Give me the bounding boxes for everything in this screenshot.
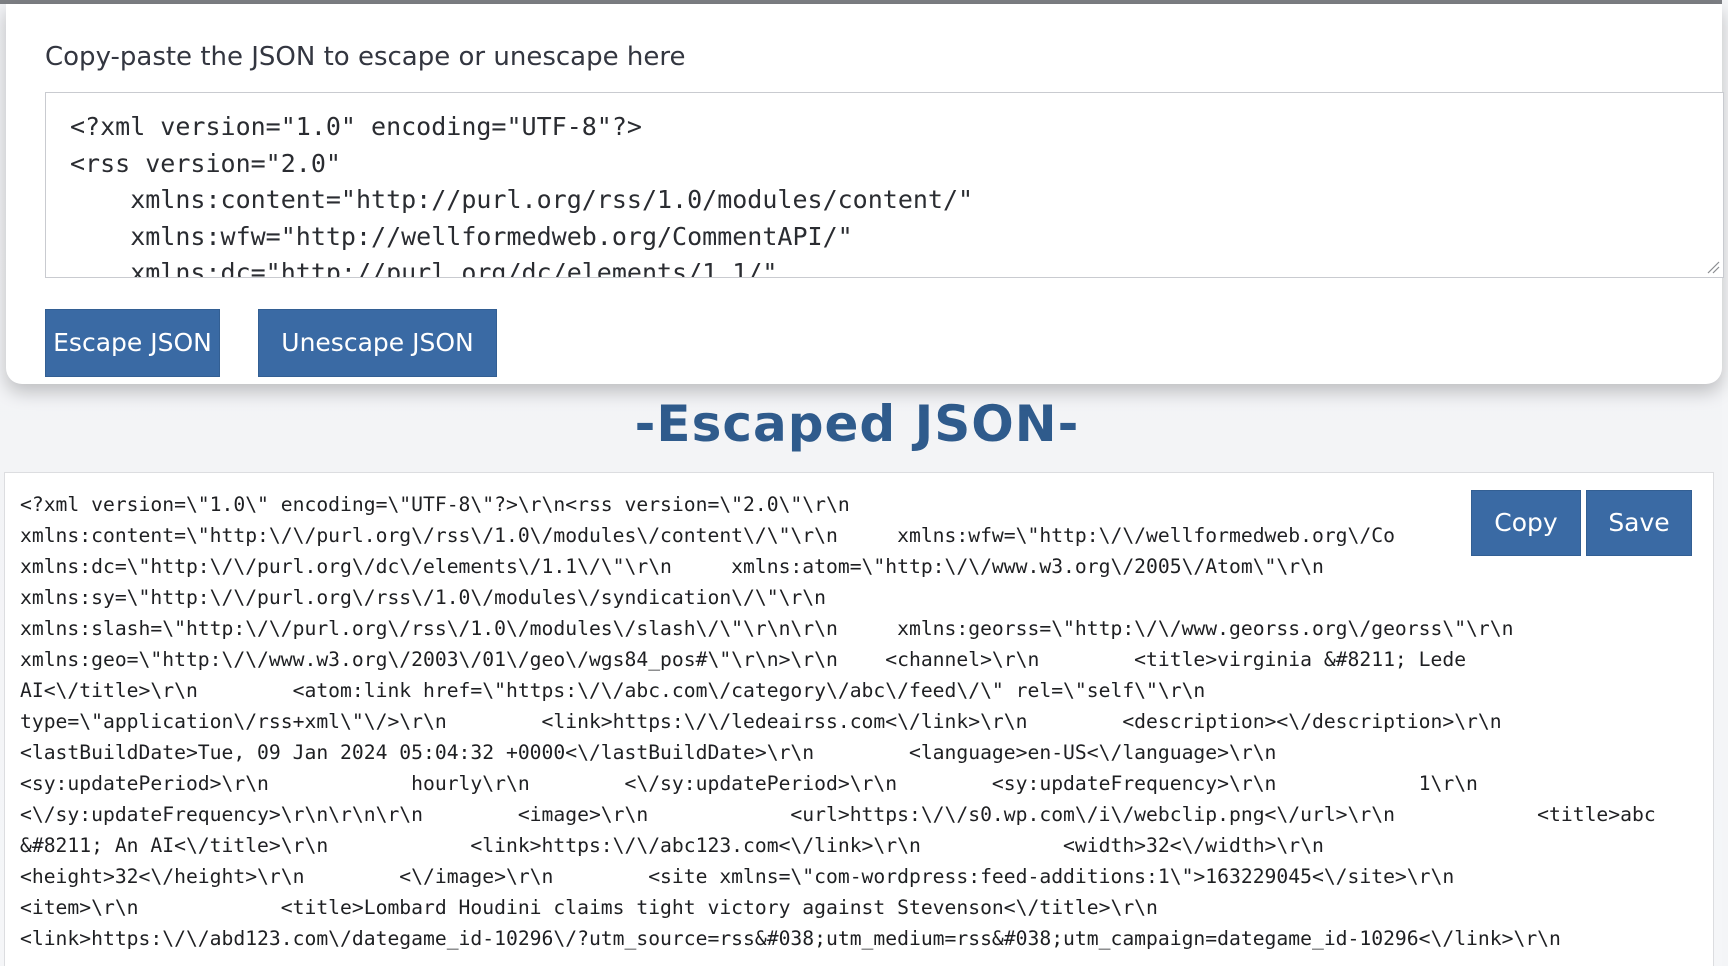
resize-grip-icon[interactable] xyxy=(1706,260,1720,274)
output-line: xmlns:dc=\"http:\/\/purl.org\/dc\/elemen… xyxy=(20,555,1324,578)
save-button[interactable]: Save xyxy=(1586,490,1692,556)
output-line: xmlns:slash=\"http:\/\/purl.org\/rss\/1.… xyxy=(20,617,1514,640)
output-line: <height>32<\/height>\r\n <\/image>\r\n <… xyxy=(20,865,1455,888)
copy-button[interactable]: Copy xyxy=(1471,490,1581,556)
output-line: <item>\r\n <title>Lombard Houdini claims… xyxy=(20,896,1158,919)
output-line: type=\"application\/rss+xml\"\/>\r\n <li… xyxy=(20,710,1502,733)
output-line: <?xml version=\"1.0\" encoding=\"UTF-8\"… xyxy=(20,493,850,516)
result-title: -Escaped JSON- xyxy=(634,395,1080,453)
escaped-output[interactable]: <?xml version=\"1.0\" encoding=\"UTF-8\"… xyxy=(4,472,1714,966)
output-line: <lastBuildDate>Tue, 09 Jan 2024 05:04:32… xyxy=(20,741,1277,764)
output-line: xmlns:sy=\"http:\/\/purl.org\/rss\/1.0\/… xyxy=(20,586,826,609)
output-line: <link>https:\/\/abd123.com\/dategame_id-… xyxy=(20,927,1561,950)
output-line: xmlns:content=\"http:\/\/purl.org\/rss\/… xyxy=(20,524,1395,547)
escape-json-button[interactable]: Escape JSON xyxy=(45,309,220,377)
output-line: xmlns:geo=\"http:\/\/www.w3.org\/2003\/0… xyxy=(20,648,1467,671)
output-line: <sy:updatePeriod>\r\n hourly\r\n <\/sy:u… xyxy=(20,772,1478,795)
escape-json-page: Copy-paste the JSON to escape or unescap… xyxy=(0,0,1728,966)
json-input-textarea[interactable]: <?xml version="1.0" encoding="UTF-8"?> <… xyxy=(45,92,1724,278)
unescape-json-button[interactable]: Unescape JSON xyxy=(258,309,497,377)
input-label: Copy-paste the JSON to escape or unescap… xyxy=(45,42,686,72)
input-card: Copy-paste the JSON to escape or unescap… xyxy=(6,4,1724,384)
output-line: &#8211; An AI<\/title>\r\n <link>https:\… xyxy=(20,834,1324,857)
escaped-output-text: <?xml version=\"1.0\" encoding=\"UTF-8\"… xyxy=(20,489,1656,954)
json-input-value: <?xml version="1.0" encoding="UTF-8"?> <… xyxy=(70,112,974,278)
output-line: <\/sy:updateFrequency>\r\n\r\n\r\n <imag… xyxy=(20,803,1656,826)
output-line: AI<\/title>\r\n <atom:link href=\"https:… xyxy=(20,679,1206,702)
